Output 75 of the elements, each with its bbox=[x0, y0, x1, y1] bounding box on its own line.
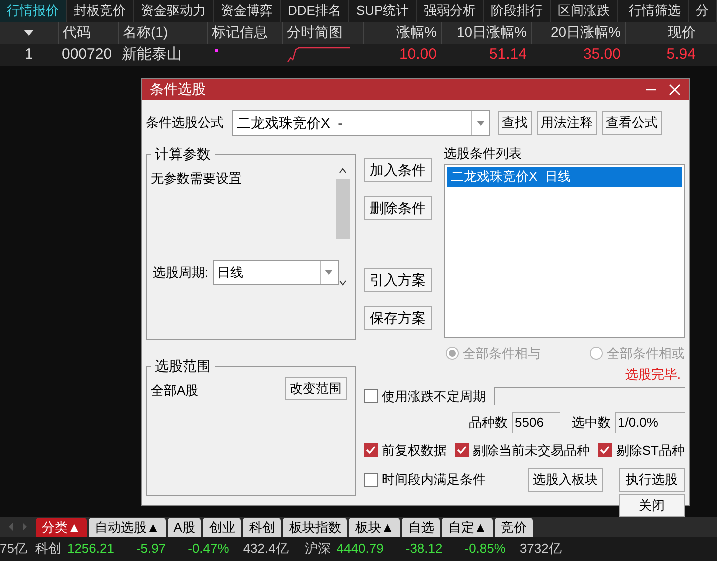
index-value: 4440.79 bbox=[336, 540, 384, 558]
scope-value: 全部A股 bbox=[151, 382, 199, 400]
tab[interactable]: 行情报价 bbox=[0, 0, 67, 22]
checkbox[interactable] bbox=[364, 389, 378, 404]
change-scope-button[interactable]: 改变范围 bbox=[285, 377, 347, 400]
run-button[interactable]: 执行选股 bbox=[619, 468, 685, 492]
sort-caret-icon[interactable] bbox=[24, 30, 34, 36]
index-value: 1256.21 bbox=[67, 540, 114, 558]
tab[interactable]: A股 bbox=[168, 518, 202, 537]
table-cell-text: 000720 bbox=[61, 45, 114, 65]
period-label: 选股周期: bbox=[153, 264, 209, 282]
period-input[interactable] bbox=[494, 387, 685, 406]
action-button[interactable]: 删除条件 bbox=[364, 196, 432, 220]
checkbox[interactable] bbox=[364, 443, 378, 458]
count-field: 5506 bbox=[512, 412, 560, 432]
checkbox[interactable] bbox=[364, 473, 378, 487]
tab[interactable]: 自选 bbox=[402, 518, 440, 537]
action-button[interactable]: 保存方案 bbox=[364, 306, 432, 330]
checkbox-label: 使用涨跌不定周期 bbox=[382, 388, 486, 406]
checkbox-label: 剔除ST品种 bbox=[616, 442, 685, 460]
tab[interactable]: 科创 bbox=[243, 518, 282, 537]
index-change: -5.97 bbox=[136, 540, 166, 558]
checkbox-label: 时间段内满足条件 bbox=[382, 471, 486, 490]
index-name: 沪深 bbox=[304, 540, 331, 558]
tab[interactable]: 板块▲ bbox=[349, 518, 400, 537]
tab[interactable]: 竞价 bbox=[495, 518, 534, 537]
dropdown-caret-icon bbox=[476, 120, 484, 126]
tab[interactable]: 板块指数 bbox=[283, 518, 348, 537]
table-cell-text: 5.94 bbox=[666, 45, 697, 65]
checkbox[interactable] bbox=[455, 443, 470, 458]
condition-item[interactable]: 二龙戏珠竞价X 日线 bbox=[447, 166, 682, 186]
table-cell-text: 新能泰山 bbox=[121, 45, 183, 65]
radio-label: 全部条件相与 bbox=[463, 344, 541, 362]
index-percent: -0.47% bbox=[188, 540, 230, 558]
checkbox[interactable] bbox=[598, 443, 612, 458]
count-label: 品种数 bbox=[469, 414, 508, 432]
selected-field: 1/0.0% bbox=[615, 412, 685, 432]
to-block-button[interactable]: 选股入板块 bbox=[528, 468, 603, 492]
status-message: 选股完毕. bbox=[625, 366, 681, 384]
action-button[interactable]: 加入条件 bbox=[364, 158, 432, 182]
tab[interactable]: 自定▲ bbox=[442, 518, 494, 537]
conditions-list[interactable]: 二龙戏珠竞价X 日线 bbox=[444, 164, 685, 338]
checkbox-label: 剔除当前未交易品种 bbox=[473, 442, 590, 460]
row-number: 1 bbox=[24, 45, 34, 65]
formula-button[interactable]: 查看公式 bbox=[602, 111, 662, 135]
status-text: 75亿 bbox=[0, 540, 28, 558]
formula-label: 条件选股公式 bbox=[146, 114, 224, 132]
group-title: 选股范围 bbox=[154, 357, 212, 376]
close-icon[interactable] bbox=[669, 84, 681, 96]
sparkline bbox=[286, 46, 352, 64]
dropdown-caret-icon bbox=[325, 270, 334, 275]
table-cell-text: 35.00 bbox=[582, 45, 622, 65]
action-button[interactable]: 引入方案 bbox=[364, 268, 432, 292]
tab[interactable]: 创业 bbox=[203, 518, 242, 537]
params-message: 无参数需要设置 bbox=[151, 170, 242, 188]
index-percent: -0.85% bbox=[464, 540, 506, 558]
table-cell-text: 51.14 bbox=[488, 45, 528, 65]
radio-label: 全部条件相或 bbox=[607, 344, 685, 362]
formula-button[interactable]: 用法注释 bbox=[537, 111, 597, 135]
formula-button[interactable]: 查找 bbox=[498, 111, 532, 135]
period-combo[interactable]: 日线 bbox=[212, 260, 339, 285]
index-change: -38.12 bbox=[406, 540, 443, 558]
close-button[interactable]: 关闭 bbox=[619, 494, 685, 517]
table-cell-text: 10.00 bbox=[398, 45, 438, 65]
formula-combo[interactable]: 二龙戏珠竞价X - bbox=[232, 110, 490, 136]
dialog-title: 条件选股 bbox=[150, 80, 206, 99]
conditions-title: 选股条件列表 bbox=[444, 145, 523, 163]
group-title: 计算参数 bbox=[154, 145, 212, 164]
index-name: 科创 bbox=[35, 540, 62, 558]
index-amount: 432.4亿 bbox=[243, 540, 289, 558]
checkbox-label: 前复权数据 bbox=[382, 442, 447, 460]
tab[interactable]: 自动选股▲ bbox=[88, 518, 166, 537]
selected-label: 选中数 bbox=[572, 414, 611, 432]
index-amount: 3732亿 bbox=[520, 540, 562, 558]
tab[interactable]: 分类▲ bbox=[36, 518, 87, 537]
